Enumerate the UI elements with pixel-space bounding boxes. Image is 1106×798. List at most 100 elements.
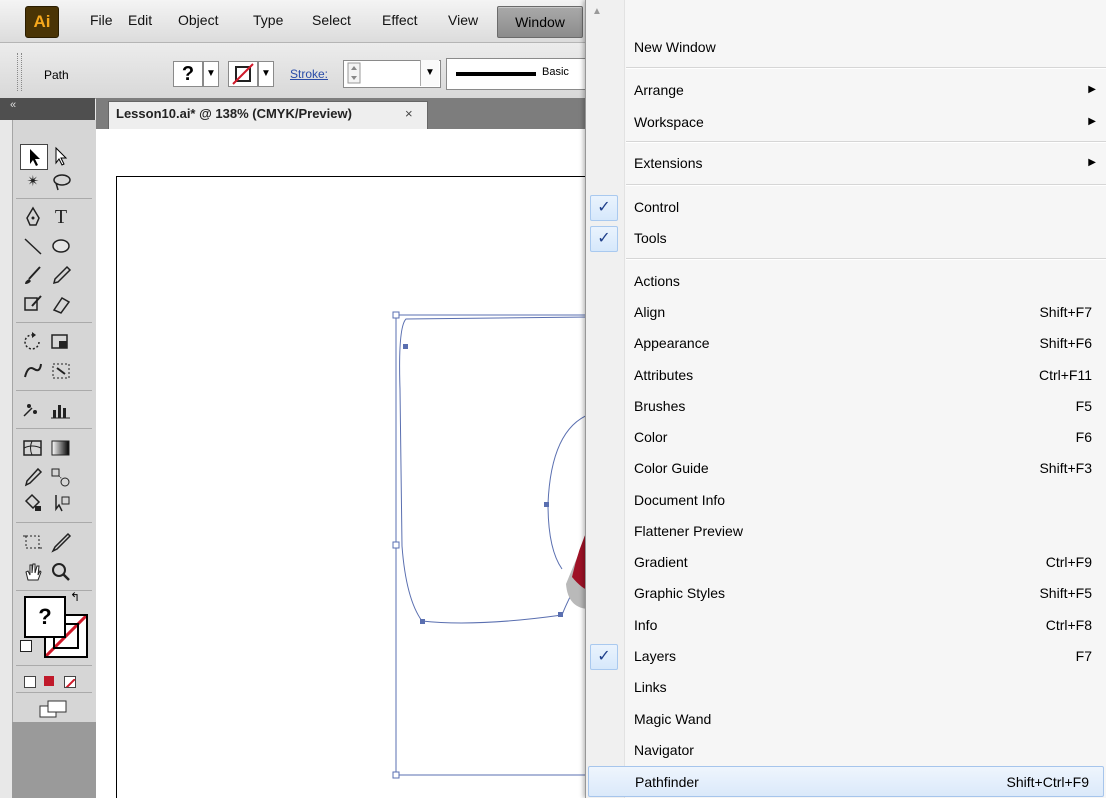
menu-item-brushes[interactable]: Brushes F5 [586, 391, 1106, 421]
menu-item-info[interactable]: Info Ctrl+F8 [586, 610, 1106, 640]
menu-item-label: Graphic Styles [634, 585, 726, 601]
menu-edit[interactable]: Edit [128, 12, 152, 28]
control-bar-grip[interactable] [17, 53, 22, 91]
ellipse-icon [52, 239, 70, 253]
hand-tool-icon[interactable] [20, 560, 46, 584]
menu-item-tools[interactable]: ✓ Tools [586, 223, 1106, 253]
artboard-tool-icon[interactable] [20, 530, 46, 554]
column-graph-tool-icon[interactable] [48, 398, 74, 422]
menu-item-label: New Window [634, 39, 716, 55]
blob-brush-tool-icon[interactable] [20, 292, 46, 316]
menu-item-label: Document Info [634, 492, 726, 508]
tools-separator [16, 322, 92, 323]
eyedropper-tool-icon[interactable] [20, 465, 46, 489]
zoom-tool-icon[interactable] [48, 560, 74, 584]
line-tool-icon[interactable] [20, 234, 46, 258]
slice-tool-icon[interactable] [48, 530, 74, 554]
menu-item-color[interactable]: Color F6 [586, 422, 1106, 452]
gradient-tool-icon[interactable] [48, 436, 74, 460]
gradient-icon [51, 440, 70, 456]
menu-view[interactable]: View [448, 12, 478, 28]
paintbrush-tool-icon[interactable] [20, 263, 46, 287]
symbol-sprayer-tool-icon[interactable] [20, 398, 46, 422]
menu-item-attributes[interactable]: Attributes Ctrl+F11 [586, 360, 1106, 390]
stroke-label[interactable]: Stroke: [290, 67, 328, 81]
live-paint-select-icon [55, 495, 70, 512]
default-fill-stroke-icon[interactable] [20, 640, 32, 652]
menu-item-workspace[interactable]: Workspace ▶ [586, 107, 1106, 137]
tools-separator [16, 590, 92, 591]
menu-window[interactable]: Window [497, 6, 583, 38]
menu-item-align[interactable]: Align Shift+F7 [586, 297, 1106, 327]
ellipse-tool-icon[interactable] [48, 234, 74, 258]
rotate-tool-icon[interactable] [20, 330, 46, 354]
checkmark-icon: ✓ [590, 226, 618, 252]
none-mode-icon[interactable] [64, 676, 76, 688]
pencil-tool-icon[interactable] [48, 263, 74, 287]
menu-item-document-info[interactable]: Document Info [586, 485, 1106, 515]
brush-label: Basic [542, 66, 569, 78]
fill-swatch[interactable]: ? [173, 61, 203, 87]
scroll-up-icon[interactable]: ▲ [592, 6, 602, 17]
gradient-mode-icon[interactable] [44, 676, 54, 686]
arrow-icon [30, 149, 40, 166]
menu-item-arrange[interactable]: Arrange ▶ [586, 75, 1106, 105]
tools-separator [16, 390, 92, 391]
knife-icon [51, 532, 72, 553]
menu-file[interactable]: File [90, 12, 113, 28]
menu-item-label: Pathfinder [635, 774, 699, 790]
menu-item-label: Appearance [634, 335, 710, 351]
color-mode-icon[interactable] [24, 676, 36, 688]
magic-wand-tool-icon[interactable]: ✴ [20, 170, 46, 194]
fill-dropdown-arrow[interactable]: ▼ [203, 61, 219, 87]
stroke-dropdown-arrow[interactable]: ▼ [258, 61, 274, 87]
eraser-tool-icon[interactable] [48, 292, 74, 316]
menu-object[interactable]: Object [178, 12, 218, 28]
menu-type[interactable]: Type [253, 12, 283, 28]
menu-item-shortcut: Shift+F3 [1039, 460, 1092, 476]
menu-item-control[interactable]: ✓ Control [586, 192, 1106, 222]
type-tool-icon[interactable]: T [48, 205, 74, 229]
menu-item-flattener-preview[interactable]: Flattener Preview [586, 516, 1106, 546]
pen-tool-icon[interactable] [20, 205, 46, 229]
screen-mode-icon[interactable] [38, 700, 68, 718]
menu-item-shortcut: F7 [1075, 648, 1092, 664]
live-paint-selection-tool-icon[interactable] [48, 491, 74, 515]
close-icon[interactable]: × [405, 106, 413, 121]
menu-effect[interactable]: Effect [382, 12, 418, 28]
menu-item-label: Attributes [634, 367, 694, 383]
tools-separator [16, 428, 92, 429]
menu-item-magic-wand[interactable]: Magic Wand [586, 704, 1106, 734]
submenu-arrow-icon: ▶ [1088, 116, 1096, 127]
live-paint-bucket-tool-icon[interactable] [20, 491, 46, 515]
menu-item-layers[interactable]: ✓ Layers F7 [586, 641, 1106, 671]
menu-item-links[interactable]: Links [586, 672, 1106, 702]
artwork[interactable] [96, 129, 590, 798]
menu-item-gradient[interactable]: Gradient Ctrl+F9 [586, 547, 1106, 577]
swap-fill-stroke-icon[interactable]: ↰ [70, 590, 80, 604]
warp-tool-icon[interactable] [20, 359, 46, 383]
lasso-tool-icon[interactable] [48, 170, 74, 194]
blend-tool-icon[interactable] [48, 465, 74, 489]
stroke-weight-dropdown[interactable]: ▼ [420, 60, 439, 86]
menu-item-color-guide[interactable]: Color Guide Shift+F3 [586, 453, 1106, 483]
menu-item-actions[interactable]: Actions [586, 266, 1106, 296]
stroke-swatch[interactable] [228, 61, 258, 87]
menu-item-shortcut: Shift+F5 [1039, 585, 1092, 601]
menu-select[interactable]: Select [312, 12, 351, 28]
menu-item-graphic-styles[interactable]: Graphic Styles Shift+F5 [586, 578, 1106, 608]
scale-tool-icon[interactable] [48, 330, 74, 354]
menu-item-extensions[interactable]: Extensions ▶ [586, 148, 1106, 178]
collapse-icon[interactable]: « [10, 99, 16, 111]
menu-item-pathfinder[interactable]: Pathfinder Shift+Ctrl+F9 [588, 766, 1104, 797]
menu-item-new-window[interactable]: New Window [586, 32, 1106, 62]
menu-item-label: Color Guide [634, 460, 709, 476]
none-swatch-icon [232, 63, 254, 85]
menu-item-navigator[interactable]: Navigator [586, 735, 1106, 765]
direct-selection-tool-icon[interactable] [48, 144, 74, 168]
free-transform-tool-icon[interactable] [48, 359, 74, 383]
mesh-tool-icon[interactable] [20, 436, 46, 460]
menu-item-appearance[interactable]: Appearance Shift+F6 [586, 328, 1106, 358]
selection-tool-icon[interactable] [20, 144, 48, 170]
fill-color-box[interactable]: ? [24, 596, 66, 638]
